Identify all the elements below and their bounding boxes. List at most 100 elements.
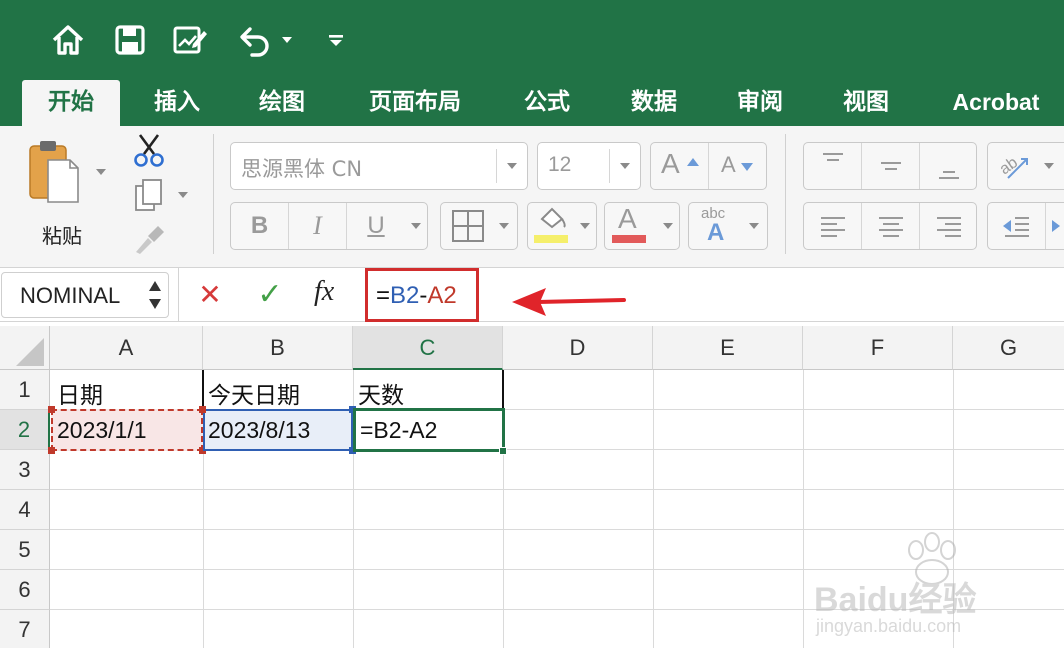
- phonetic-button[interactable]: abc A: [688, 202, 768, 250]
- formula-highlight-box[interactable]: =B2-A2: [365, 268, 479, 322]
- row-header-4[interactable]: 4: [0, 490, 50, 530]
- align-left-button[interactable]: [804, 203, 862, 249]
- tab-page-layout[interactable]: 页面布局: [350, 80, 480, 126]
- tab-data[interactable]: 数据: [612, 80, 696, 126]
- vertical-align-group: [803, 142, 977, 190]
- format-painter-icon[interactable]: [132, 224, 166, 256]
- svg-text:ab: ab: [997, 154, 1021, 178]
- decrease-font-size-button[interactable]: A: [709, 143, 767, 189]
- insert-function-button[interactable]: fx: [314, 276, 350, 312]
- formula-part-a2: A2: [427, 282, 457, 309]
- select-all-button[interactable]: [0, 326, 50, 370]
- copy-icon[interactable]: [134, 178, 166, 214]
- align-top-button[interactable]: [804, 143, 862, 189]
- column-header-e[interactable]: E: [653, 326, 803, 370]
- align-middle-button[interactable]: [862, 143, 920, 189]
- arrow-up-icon: [687, 158, 699, 166]
- font-name-select[interactable]: 思源黑体 CN: [230, 142, 528, 190]
- tab-view[interactable]: 视图: [824, 80, 908, 126]
- column-header-f[interactable]: F: [803, 326, 953, 370]
- row-header-3[interactable]: 3: [0, 450, 50, 490]
- row-header-1[interactable]: 1: [0, 370, 50, 410]
- align-bottom-button[interactable]: [920, 143, 978, 189]
- font-size-change-group: A A: [650, 142, 767, 190]
- grow-letter: A: [661, 148, 680, 179]
- ref-handle: [48, 447, 55, 454]
- underline-dropdown-icon[interactable]: [411, 223, 421, 229]
- cell-a1[interactable]: 日期: [57, 376, 103, 410]
- align-top-icon: [823, 153, 843, 161]
- cell-c1[interactable]: 天数: [358, 376, 404, 410]
- font-style-group: B I U: [230, 202, 428, 250]
- cell-c2[interactable]: =B2-A2: [360, 417, 437, 444]
- paste-label: 粘贴: [42, 224, 82, 248]
- column-header-c[interactable]: C: [353, 326, 503, 370]
- row-header-5[interactable]: 5: [0, 530, 50, 570]
- column-header-g[interactable]: G: [953, 326, 1064, 370]
- paste-dropdown-icon[interactable]: [96, 169, 106, 175]
- cell-b1[interactable]: 今天日期: [208, 376, 300, 410]
- column-header-b[interactable]: B: [203, 326, 353, 370]
- tab-acrobat[interactable]: Acrobat: [936, 80, 1056, 126]
- formula-part-equals: =: [376, 282, 391, 309]
- formula-bar: NOMINAL ✕ ✓ fx =B2-A2: [0, 268, 1064, 322]
- cell-a2[interactable]: 2023/1/1: [57, 417, 147, 444]
- name-box-stepper-icon[interactable]: [148, 278, 162, 312]
- gridline: [50, 489, 1064, 490]
- cell-b2[interactable]: 2023/8/13: [208, 417, 310, 444]
- ref-handle: [48, 406, 55, 413]
- row-header-7[interactable]: 7: [0, 610, 50, 648]
- increase-indent-icon: [1052, 220, 1060, 232]
- decrease-indent-icon: [1003, 217, 1029, 237]
- tab-formulas[interactable]: 公式: [505, 80, 589, 126]
- clipboard-icon: [29, 141, 79, 203]
- bold-button[interactable]: B: [231, 203, 289, 249]
- copy-dropdown-icon[interactable]: [178, 192, 188, 198]
- column-header-d[interactable]: D: [503, 326, 653, 370]
- indent-group: [987, 202, 1064, 250]
- column-header-a[interactable]: A: [50, 326, 203, 370]
- italic-button[interactable]: I: [289, 203, 347, 249]
- fill-color-button[interactable]: [527, 202, 597, 250]
- align-left-icon: [821, 217, 845, 237]
- title-bar: 开始 插入 绘图 页面布局 公式 数据 审阅 视图 Acrobat: [0, 0, 1064, 126]
- worksheet-grid: A B C D E F G 1 2 3 4 5 6 7 日期 今天日期 天数 2…: [0, 322, 1064, 648]
- home-icon[interactable]: [48, 18, 88, 62]
- tab-home[interactable]: 开始: [22, 80, 120, 126]
- align-middle-icon: [881, 162, 901, 170]
- row-header-2[interactable]: 2: [0, 410, 50, 450]
- cut-icon[interactable]: [132, 132, 166, 168]
- tab-draw[interactable]: 绘图: [240, 80, 324, 126]
- undo-icon[interactable]: [236, 18, 276, 62]
- increase-indent-button[interactable]: [1046, 203, 1064, 249]
- ref-handle: [199, 406, 206, 413]
- enter-icon[interactable]: ✓: [252, 278, 288, 312]
- fill-handle[interactable]: [499, 447, 507, 455]
- font-size-select[interactable]: 12: [537, 142, 641, 190]
- formula-input[interactable]: =B2-A2: [376, 282, 457, 310]
- name-box[interactable]: NOMINAL: [1, 272, 169, 318]
- paste-button[interactable]: 粘贴: [22, 136, 92, 248]
- fill-color-swatch: [534, 235, 568, 243]
- borders-icon: [452, 210, 484, 242]
- decrease-indent-button[interactable]: [988, 203, 1046, 249]
- save-icon[interactable]: [110, 18, 150, 62]
- undo-dropdown-icon[interactable]: [272, 18, 302, 62]
- customize-icon[interactable]: [318, 18, 354, 62]
- tab-review[interactable]: 审阅: [718, 80, 802, 126]
- tab-insert[interactable]: 插入: [135, 80, 219, 126]
- align-center-button[interactable]: [862, 203, 920, 249]
- font-size-value: 12: [548, 153, 572, 176]
- align-right-button[interactable]: [920, 203, 978, 249]
- underline-button[interactable]: U: [347, 203, 405, 249]
- cancel-icon[interactable]: ✕: [194, 278, 226, 312]
- increase-font-size-button[interactable]: A: [651, 143, 709, 189]
- row-header-6[interactable]: 6: [0, 570, 50, 610]
- watermark-brand: Baidu经验: [814, 581, 977, 619]
- edit-icon[interactable]: [170, 18, 210, 62]
- orientation-button[interactable]: ab: [987, 142, 1064, 190]
- font-color-button[interactable]: A: [604, 202, 680, 250]
- ribbon-home: 粘贴 思源黑体 CN 12 A A B I U A abc A ab: [0, 126, 1064, 268]
- font-name-value: 思源黑体 CN: [241, 157, 363, 181]
- borders-button[interactable]: [440, 202, 518, 250]
